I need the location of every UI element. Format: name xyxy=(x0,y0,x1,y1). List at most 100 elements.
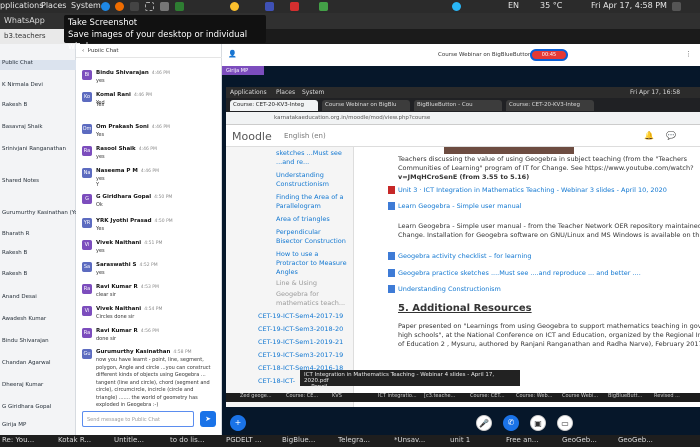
app-icon[interactable] xyxy=(265,2,274,11)
taskbar-item[interactable]: Telegra... xyxy=(338,436,370,444)
course-nav-item[interactable]: Finding the Area of a xyxy=(276,193,344,201)
user-list-item[interactable]: Anand Desai xyxy=(0,294,76,304)
inner-taskbar-item[interactable]: [c3.teache... xyxy=(424,393,455,399)
course-nav-item[interactable]: Perpendicular xyxy=(276,228,321,236)
system-menu[interactable]: System xyxy=(71,1,101,10)
app-icon-2[interactable] xyxy=(290,2,299,11)
chat-input[interactable]: Send message to Public Chat xyxy=(82,411,194,427)
user-list-item[interactable]: Shared Notes xyxy=(0,178,76,188)
add-action-button[interactable]: + xyxy=(230,415,246,431)
course-nav-item[interactable]: CET-19-ICT-Sem4-2017-19 xyxy=(258,312,343,320)
record-button[interactable]: 00:45 xyxy=(530,49,568,61)
course-nav-item[interactable]: How to use a xyxy=(276,250,318,258)
firefox-icon[interactable] xyxy=(115,2,124,11)
user-list-item[interactable]: Chandan Agarwal xyxy=(0,360,76,370)
taskbar-item[interactable]: GeoGeb... xyxy=(618,436,653,444)
microphone-icon[interactable]: 🎤 xyxy=(476,415,492,431)
user-list-item[interactable]: Gurumurthy Kasinathan (You) xyxy=(0,210,76,220)
course-nav-item[interactable]: Bisector Construction xyxy=(276,237,346,245)
course-nav-item[interactable]: Parallelogram xyxy=(276,202,321,210)
screenshare-icon[interactable]: ▭ xyxy=(557,415,573,431)
taskbar-item[interactable]: GeoGeb... xyxy=(562,436,597,444)
user-list-item[interactable]: Public Chat xyxy=(0,60,76,70)
practice-sketches-link[interactable]: Geogebra practice sketches ....Must see … xyxy=(398,269,641,277)
moodle-logo[interactable]: Moodle xyxy=(232,130,272,143)
taskbar-item[interactable]: BigBlue... xyxy=(282,436,315,444)
power-icon[interactable] xyxy=(672,2,681,11)
inner-taskbar-item[interactable]: KVS xyxy=(332,393,342,399)
course-nav-item[interactable]: Angles xyxy=(276,268,298,276)
course-nav-item[interactable]: sketches ...Must see xyxy=(276,149,342,157)
chrome-icon[interactable] xyxy=(230,2,239,11)
inner-taskbar-item[interactable]: BigBlueButt... xyxy=(608,393,642,399)
files-icon[interactable] xyxy=(160,2,169,11)
user-list-item[interactable]: Girija MP xyxy=(0,422,76,432)
user-list-item[interactable]: G Giridhara Gopal xyxy=(0,404,76,414)
inner-taskbar-item[interactable]: Zed geoge... xyxy=(240,393,272,399)
bell-icon[interactable]: 🔔 xyxy=(644,131,654,140)
course-nav-item[interactable]: mathematics teach... xyxy=(276,299,345,307)
taskbar-item[interactable]: Free an... xyxy=(506,436,538,444)
screenshot-icon[interactable] xyxy=(145,2,154,11)
camera-icon[interactable]: ▣ xyxy=(530,415,546,431)
message-icon[interactable]: 💬 xyxy=(666,131,676,140)
checklist-link[interactable]: Geogebra activity checklist – for learni… xyxy=(398,252,532,260)
inner-taskbar-item[interactable]: Course: CET... xyxy=(470,393,505,399)
language-menu[interactable]: English (en) xyxy=(284,132,326,140)
skype-icon[interactable] xyxy=(101,2,110,11)
geogebra-icon[interactable] xyxy=(319,2,328,11)
course-nav-item[interactable]: Line & Using xyxy=(276,279,317,287)
user-list-item[interactable]: Basavraj Shaik xyxy=(0,124,76,134)
user-list-item[interactable]: Bharath R xyxy=(0,231,76,241)
inner-taskbar-item[interactable]: Course: Web... xyxy=(516,393,552,399)
applications-menu[interactable]: pplications xyxy=(0,1,43,10)
user-list-item[interactable]: K Nirmala Devi xyxy=(0,82,76,92)
course-nav-item[interactable]: CET-19-ICT-Sem3-2017-19 xyxy=(258,351,343,359)
user-list-item[interactable]: Dheeraj Kumar xyxy=(0,382,76,392)
taskbar-item[interactable]: Kotak R... xyxy=(58,436,91,444)
telegram-icon[interactable] xyxy=(452,2,461,11)
user-list-item[interactable]: Srinivjani Ranganathan xyxy=(0,146,76,156)
user-list-item[interactable]: Rakesh B xyxy=(0,271,76,281)
clock[interactable]: Fri Apr 17, 4:58 PM xyxy=(591,1,667,10)
editor-icon[interactable] xyxy=(175,2,184,11)
taskbar-item[interactable]: PGDELT ... xyxy=(226,436,262,444)
course-nav-item[interactable]: Protractor to Measure xyxy=(276,259,347,267)
browser-tab[interactable]: BigBlueButton - Cou xyxy=(414,100,502,111)
terminal-icon[interactable] xyxy=(130,2,139,11)
browser-tab[interactable]: Course: CET-20-KV3-Integ xyxy=(230,100,318,111)
phone-icon[interactable]: ✆ xyxy=(503,415,519,431)
learn-geogebra-link[interactable]: Learn Geogebra - Simple user manual xyxy=(398,202,521,210)
more-options-icon[interactable]: ⋮ xyxy=(685,50,692,58)
course-nav-item[interactable]: CET-18-ICT- xyxy=(258,377,295,385)
taskbar-item[interactable]: to do lis... xyxy=(170,436,204,444)
taskbar-item[interactable]: Untitle... xyxy=(114,436,144,444)
course-nav-item[interactable]: Understanding xyxy=(276,171,324,179)
user-list-item[interactable]: Rakesh B xyxy=(0,250,76,260)
constructionism-link[interactable]: Understanding Constructionism xyxy=(398,285,501,293)
moodle-navbar: Moodle English (en) 🔔 💬 xyxy=(226,125,700,147)
inner-taskbar-item[interactable]: ICT integratio... xyxy=(378,393,417,399)
taskbar-item[interactable]: unit 1 xyxy=(450,436,470,444)
course-nav-item[interactable]: CET-19-ICT-Sem1-2019-21 xyxy=(258,338,343,346)
browser-tab[interactable]: Course Webinar on BigBlu xyxy=(322,100,410,111)
course-nav-item[interactable]: Constructionism xyxy=(276,180,329,188)
inner-taskbar-item[interactable]: Course Webi... xyxy=(562,393,598,399)
taskbar-item[interactable]: Re: You... xyxy=(2,436,34,444)
user-list-item[interactable]: Bindu Shivarajan xyxy=(0,338,76,348)
user-list-item[interactable]: Rakesh B xyxy=(0,102,76,112)
places-menu[interactable]: Places xyxy=(41,1,66,10)
inner-taskbar-item[interactable]: Revised ... xyxy=(654,393,680,399)
browser-tab[interactable]: Course: CET-20-KV3-Integ xyxy=(506,100,594,111)
send-button[interactable]: ➤ xyxy=(200,411,216,427)
unit3-link[interactable]: Unit 3 · ICT Integration in Mathematics … xyxy=(398,186,667,194)
taskbar-item[interactable]: *Unsav... xyxy=(394,436,425,444)
course-nav-item[interactable]: CET-19-ICT-Sem3-2018-20 xyxy=(258,325,343,333)
course-nav-item[interactable]: Geogebra for xyxy=(276,290,319,298)
inner-url-bar[interactable]: karnatakaeducation.org.in/moodle/mod/vie… xyxy=(226,112,700,125)
course-nav-item[interactable]: ...and re... xyxy=(276,158,309,166)
user-list-item[interactable]: Awadesh Kumar xyxy=(0,316,76,326)
inner-taskbar-item[interactable]: Course: CE... xyxy=(286,393,318,399)
course-nav-item[interactable]: Area of triangles xyxy=(276,215,330,223)
keyboard-layout[interactable]: EN xyxy=(508,1,519,10)
